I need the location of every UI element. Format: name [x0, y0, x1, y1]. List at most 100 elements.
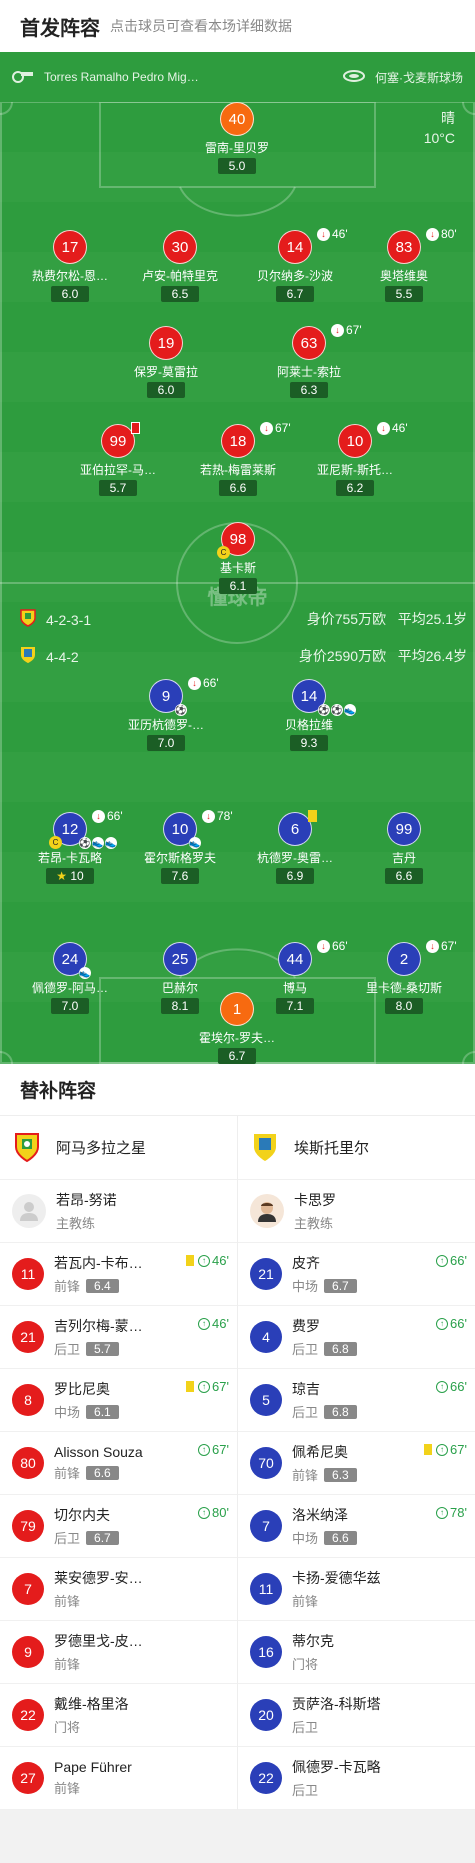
home-sub-player-row[interactable]: 11 若瓦内-卡布… 前锋 6.4 ↑ 46' [0, 1243, 237, 1306]
sub-minute: 67' [212, 1442, 229, 1457]
home-player-10[interactable]: 10 ↓ 46' 亚尼斯-斯托… 6.2 [295, 421, 415, 497]
away-player-2[interactable]: 2 ↓ 67' 里卡德-桑切斯 8.0 [344, 939, 464, 1015]
yellow-card-icon [308, 810, 317, 822]
stadium-name: 何塞·戈麦斯球场 [375, 70, 463, 85]
player-position-line: 中场 6.6 [292, 1528, 357, 1547]
player-position-line: 中场 6.7 [292, 1276, 357, 1295]
home-sub-player-row[interactable]: 22 戴维-格里洛 门将 [0, 1684, 237, 1747]
away-player-99[interactable]: 99 吉丹 6.6 [344, 812, 464, 885]
sub-in-marker: ↑ 80' [198, 1505, 229, 1520]
home-player-18[interactable]: 18 ↓ 67' 若热-梅雷莱斯 6.6 [178, 421, 298, 497]
sub-in-icon: ↑ [436, 1506, 449, 1519]
star-icon: ★ [56, 869, 68, 883]
away-sub-player-row[interactable]: 21 皮齐 中场 6.7 ↑ 66' [238, 1243, 475, 1306]
home-sub-player-row[interactable]: 21 吉列尔梅-蒙… 后卫 5.7 ↑ 46' [0, 1306, 237, 1369]
sub-in-marker: ↑ 67' [424, 1442, 467, 1457]
away-coach-row[interactable]: 卡思罗 主教练 [238, 1180, 475, 1243]
player-rating: 7.6 [161, 868, 199, 884]
home-player-98[interactable]: 98 C 基卡斯 6.1 [178, 522, 298, 595]
referee-info[interactable]: Torres Ramalho Pedro Mig… [12, 69, 199, 86]
home-sub-player-row[interactable]: 8 罗比尼奥 中场 6.1 ↑ 67' [0, 1369, 237, 1432]
stadium-info[interactable]: 何塞·戈麦斯球场 [343, 69, 463, 86]
player-position: 前锋 [54, 1781, 81, 1796]
home-sub-player-row[interactable]: 9 罗德里戈-皮… 前锋 [0, 1621, 237, 1684]
sub-out-marker: ↓ 78' [202, 809, 233, 823]
player-position-line: 后卫 5.7 [54, 1339, 143, 1358]
player-name: 蒂尔克 [292, 1633, 334, 1649]
away-player-10[interactable]: 10 ↓ 78' 👟 霍尔斯格罗夫 7.6 [120, 809, 240, 885]
assist-icon: 👟 [79, 967, 91, 979]
sub-in-icon: ↑ [436, 1380, 449, 1393]
player-rating: 6.5 [161, 286, 199, 302]
player-position: 中场 [292, 1279, 319, 1294]
home-sub-player-row[interactable]: 27 Pape Führer 前锋 [0, 1747, 237, 1810]
sub-in-icon: ↑ [198, 1443, 211, 1456]
home-player-17[interactable]: 17 热费尔松-恩… 6.0 [10, 230, 130, 303]
player-number-text: 10 [346, 432, 364, 450]
away-player-24[interactable]: 24 👟 佩德罗-阿马… 7.0 [10, 942, 130, 1015]
home-player-40[interactable]: 40 雷南-里贝罗 5.0 [177, 102, 297, 175]
away-player-1[interactable]: 1 霍埃尔-罗夫… 6.7 [177, 992, 297, 1064]
home-player-63[interactable]: 63 ↓ 67' 阿莱士-索拉 6.3 [249, 323, 369, 399]
sub-minute: 66' [450, 1316, 467, 1331]
home-team-stats: 身价755万欧 平均25.1岁 [307, 609, 467, 629]
player-position-line: 后卫 6.8 [292, 1402, 357, 1421]
home-coach-row[interactable]: 若昂-努诺 主教练 [0, 1180, 237, 1243]
home-player-14[interactable]: 14 ↓ 46' 贝尔纳多-沙波 6.7 [235, 227, 355, 303]
player-info: 卡扬-爱德华兹 前锋 [292, 1568, 381, 1610]
whistle-icon [12, 69, 34, 86]
away-sub-player-row[interactable]: 4 费罗 后卫 6.8 ↑ 66' [238, 1306, 475, 1369]
sub-in-icon: ↑ [198, 1317, 211, 1330]
player-rating: 6.1 [219, 578, 257, 594]
player-number: 21 [250, 1258, 282, 1290]
away-team-age: 平均26.4岁 [397, 648, 467, 664]
player-rating: 7.0 [51, 998, 89, 1014]
referee-name: Torres Ramalho Pedro Mig… [44, 70, 199, 84]
sub-out-marker: ↓ 67' [426, 939, 457, 953]
home-player-19[interactable]: 19 保罗-莫雷拉 6.0 [106, 326, 226, 399]
player-info: 切尔内夫 后卫 6.7 [54, 1505, 119, 1547]
away-team-row[interactable]: 埃斯托里尔 [238, 1116, 475, 1180]
away-sub-player-row[interactable]: 7 洛米纳泽 中场 6.6 ↑ 78' [238, 1495, 475, 1558]
player-number: 30 [163, 230, 197, 264]
player-name: 贝尔纳多-沙波 [257, 269, 333, 283]
player-info: 洛米纳泽中场 6.6 [292, 1505, 357, 1547]
home-player-99[interactable]: 99 亚伯拉罕-马… 5.7 [58, 422, 178, 497]
player-info: 莱安德罗-安… 前锋 [54, 1568, 143, 1610]
player-number: 8 [12, 1384, 44, 1416]
player-rating: 6.7 [86, 1530, 119, 1545]
player-name: 戴维-格里洛 [54, 1696, 129, 1712]
away-player-6[interactable]: 6 杭德罗-奥雷… 6.9 [235, 810, 355, 885]
player-number-text: 83 [395, 238, 413, 256]
home-sub-player-row[interactable]: 80 Alisson Souza 前锋 6.6 ↑ 67' [0, 1432, 237, 1495]
player-number: 22 [250, 1762, 282, 1794]
player-number: 63 ↓ 67' [292, 323, 362, 360]
player-number: 27 [12, 1762, 44, 1794]
home-player-30[interactable]: 30 卢安-帕特里克 6.5 [120, 230, 240, 303]
away-sub-player-row[interactable]: 11 卡扬-爱德华兹 前锋 [238, 1558, 475, 1621]
home-sub-player-row[interactable]: 7 莱安德罗-安… 前锋 [0, 1558, 237, 1621]
home-sub-player-row[interactable]: 79 切尔内夫 后卫 6.7 ↑ 80' [0, 1495, 237, 1558]
player-rating: 5.7 [99, 480, 137, 496]
player-number: 80 [12, 1447, 44, 1479]
away-sub-player-row[interactable]: 5 琼吉 后卫 6.8 ↑ 66' [238, 1369, 475, 1432]
away-sub-player-row[interactable]: 20 贡萨洛-科斯塔 后卫 [238, 1684, 475, 1747]
player-number-text: 99 [109, 432, 127, 450]
away-sub-player-row[interactable]: 16 蒂尔克 门将 [238, 1621, 475, 1684]
away-sub-player-row[interactable]: 22 佩德罗-卡瓦略 后卫 [238, 1747, 475, 1810]
player-name: 洛米纳泽 [292, 1507, 348, 1523]
player-number: 1 [220, 992, 254, 1026]
red-card-icon [131, 422, 140, 434]
away-player-9[interactable]: 9 ↓ 66' ⚽ 亚历杭德罗-… 7.0 [106, 676, 226, 752]
away-sub-player-row[interactable]: 70 佩希尼奥 前锋 6.3 ↑ 67' [238, 1432, 475, 1495]
away-player-14[interactable]: 14 ⚽ ⚽ 👟 贝格拉维 9.3 [249, 679, 369, 752]
assist-events: 👟 [188, 837, 201, 849]
player-number: 6 [278, 810, 317, 846]
player-position: 前锋 [54, 1279, 81, 1294]
away-player-12[interactable]: 12 ↓ 66' C ⚽ 👟 👟 若昂-卡瓦略 ★ 10 [10, 809, 130, 885]
player-rating: 6.7 [276, 286, 314, 302]
sub-out-icon: ↓ [260, 421, 273, 435]
home-player-83[interactable]: 83 ↓ 80' 奥塔维奥 5.5 [344, 227, 464, 303]
home-team-row[interactable]: 阿马多拉之星 [0, 1116, 237, 1180]
player-number: 12 ↓ 66' C ⚽ 👟 👟 [49, 809, 123, 849]
